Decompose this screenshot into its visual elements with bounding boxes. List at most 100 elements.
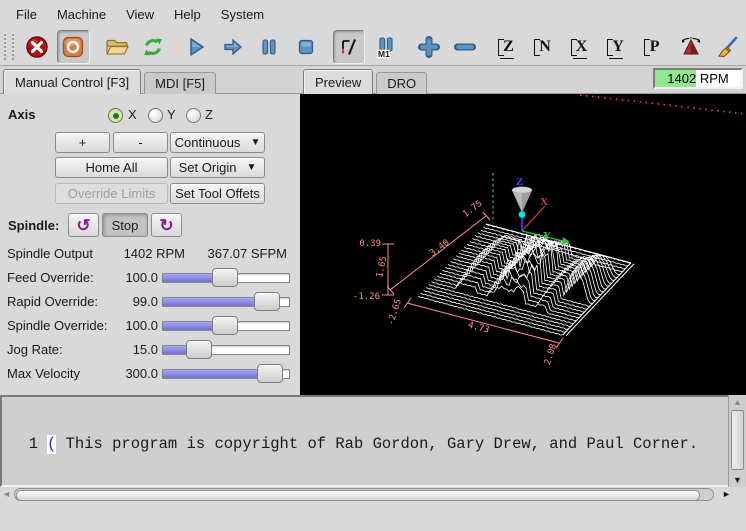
- scroll-down-arrow[interactable]: ▼: [729, 473, 746, 487]
- spindle-output-rpm: 1402 RPM: [124, 246, 185, 261]
- reload-file-button[interactable]: [137, 30, 170, 64]
- slider-fill: [163, 370, 271, 378]
- scroll-right-arrow[interactable]: ►: [722, 489, 731, 499]
- jog-increment-dropdown[interactable]: Continuous ▼: [170, 132, 265, 153]
- tool-cone: [512, 187, 532, 218]
- menu-help[interactable]: Help: [164, 3, 211, 26]
- run-program-button[interactable]: [180, 30, 213, 64]
- view-z-button[interactable]: Z: [492, 30, 525, 64]
- jog-rate-slider[interactable]: [162, 340, 290, 360]
- z-length-label: 1.65: [375, 255, 389, 278]
- svg-text:M1: M1: [378, 49, 390, 59]
- slider-handle[interactable]: [212, 316, 238, 335]
- block-delete-button[interactable]: [333, 30, 366, 64]
- broom-icon: [716, 35, 740, 59]
- tab-manual-control[interactable]: Manual Control [F3]: [3, 69, 141, 94]
- toolbar-drag-handle[interactable]: [4, 34, 14, 60]
- slider-handle[interactable]: [257, 364, 283, 383]
- toolbar: M1 Z N X Y P: [0, 28, 746, 66]
- view-x-button[interactable]: X: [565, 30, 598, 64]
- menu-view[interactable]: View: [116, 3, 164, 26]
- open-file-button[interactable]: [100, 30, 133, 64]
- optional-stop-button[interactable]: M1: [369, 30, 402, 64]
- feed-override-slider[interactable]: [162, 268, 290, 288]
- vertical-scroll-thumb[interactable]: [731, 410, 744, 470]
- axis-radio-y[interactable]: [148, 108, 163, 123]
- gcode-vertical-scrollbar[interactable]: ▲ ▼: [728, 395, 746, 487]
- scroll-up-arrow[interactable]: ▲: [729, 395, 746, 409]
- x-extent-dimension: [404, 298, 563, 348]
- x-max-label: 2.08: [543, 343, 559, 367]
- chevron-down-icon: ▼: [250, 137, 260, 148]
- x-min-label: -2.65: [386, 298, 404, 327]
- tool-tip-marker: [519, 211, 526, 218]
- machine-power-button[interactable]: [57, 30, 90, 64]
- run-icon: [184, 35, 208, 59]
- backplot-preview-canvas[interactable]: 0.39 1.65 -1.26 3.40 1.75 -2.65 4.73 2.0…: [300, 94, 746, 395]
- zoom-out-button[interactable]: [449, 30, 482, 64]
- tab-preview[interactable]: Preview: [303, 69, 373, 94]
- spindle-forward-button[interactable]: ↻: [151, 213, 182, 237]
- view-z-rotated-button[interactable]: N: [529, 30, 562, 64]
- zoom-in-button[interactable]: [413, 30, 446, 64]
- axis-x-line: [522, 206, 545, 231]
- slider-handle[interactable]: [212, 268, 238, 287]
- axis-radio-z-label: Z: [205, 107, 213, 122]
- rapid-override-slider[interactable]: [162, 292, 290, 312]
- step-line-button[interactable]: [217, 30, 250, 64]
- window-bottom-area: [0, 503, 746, 531]
- x-length-label: 4.73: [467, 320, 491, 335]
- machine-power-icon: [61, 35, 85, 59]
- spindle-rpm-indicator: 1402 RPM: [653, 68, 743, 89]
- step-arrow-icon: [221, 35, 245, 59]
- zoom-out-icon: [453, 35, 477, 59]
- gcode-listing[interactable]: 1( This program is copyright of Rab Gord…: [0, 395, 746, 487]
- axis-radio-z[interactable]: [186, 108, 201, 123]
- stop-program-button[interactable]: [290, 30, 323, 64]
- spindle-override-label: Spindle Override:: [7, 318, 107, 333]
- tab-mdi[interactable]: MDI [F5]: [144, 72, 216, 94]
- set-tool-offsets-button[interactable]: Set Tool Offets: [170, 183, 265, 204]
- menu-machine[interactable]: Machine: [47, 3, 116, 26]
- chevron-down-icon: ▼: [246, 162, 256, 173]
- active-char-highlight: (: [47, 435, 56, 454]
- spindle-override-row: Spindle Override: 100.0: [0, 314, 300, 338]
- rapid-override-row: Rapid Override: 99.0: [0, 290, 300, 314]
- toolpath-wireframe: [418, 224, 634, 336]
- horizontal-scroll-trough[interactable]: [14, 488, 714, 501]
- menu-file[interactable]: File: [6, 3, 47, 26]
- slider-handle[interactable]: [254, 292, 280, 311]
- pause-program-button[interactable]: [253, 30, 286, 64]
- set-origin-dropdown[interactable]: Set Origin ▼: [170, 157, 265, 178]
- view-y-button[interactable]: Y: [602, 30, 635, 64]
- spindle-reverse-button[interactable]: ↺: [68, 213, 99, 237]
- horizontal-scroll-thumb[interactable]: [16, 490, 700, 501]
- view-perspective-icon: P: [643, 35, 667, 59]
- override-limits-button[interactable]: Override Limits: [55, 183, 168, 204]
- spindle-stop-button[interactable]: Stop: [102, 213, 148, 237]
- pause-icon: [257, 35, 281, 59]
- slider-handle[interactable]: [186, 340, 212, 359]
- clear-plot-button[interactable]: [711, 30, 744, 64]
- gcode-horizontal-scrollbar[interactable]: ◄ ►: [0, 487, 746, 503]
- slider-trough[interactable]: [162, 345, 290, 355]
- axis-radio-x[interactable]: [108, 108, 123, 123]
- jog-minus-button[interactable]: -: [113, 132, 168, 153]
- rotate-cone-icon: [679, 35, 703, 59]
- right-notebook-tabs: Preview DRO 1402 RPM: [300, 66, 746, 94]
- home-all-button[interactable]: Home All: [55, 157, 168, 178]
- view-z-icon: Z: [497, 35, 521, 59]
- block-delete-icon: [337, 35, 361, 59]
- jog-plus-button[interactable]: +: [55, 132, 110, 153]
- spindle-cw-icon: ↻: [159, 217, 173, 234]
- rotate-view-button[interactable]: [675, 30, 708, 64]
- spindle-override-slider[interactable]: [162, 316, 290, 336]
- estop-button[interactable]: [21, 30, 54, 64]
- view-perspective-button[interactable]: P: [638, 30, 671, 64]
- gcode-line: 1( This program is copyright of Rab Gord…: [2, 435, 744, 454]
- menu-system[interactable]: System: [211, 3, 274, 26]
- max-velocity-slider[interactable]: [162, 364, 290, 384]
- scroll-left-arrow[interactable]: ◄: [2, 489, 11, 499]
- z-min-label: -1.26: [353, 292, 380, 302]
- tab-dro[interactable]: DRO: [376, 72, 427, 94]
